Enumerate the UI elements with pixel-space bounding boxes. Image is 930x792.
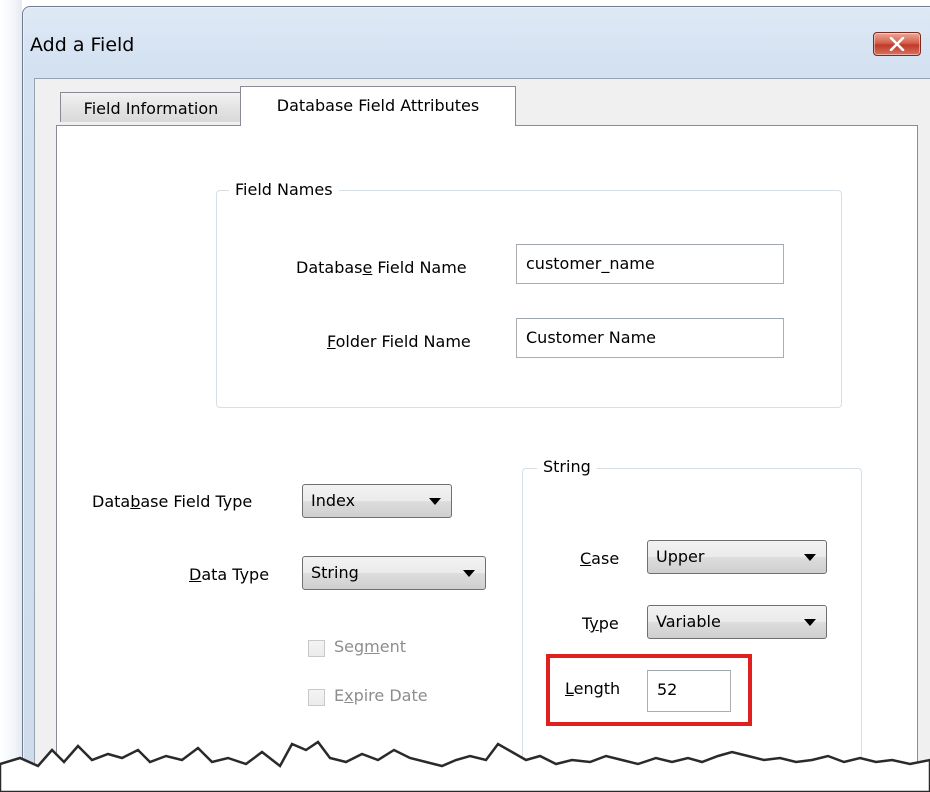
database-field-name-value: customer_name — [526, 254, 655, 273]
mnemonic: C — [580, 549, 592, 568]
segment-label: Segment — [334, 637, 406, 656]
chevron-down-icon — [463, 570, 475, 577]
window-title: Add a Field — [30, 34, 135, 56]
mnemonic: y — [589, 614, 599, 633]
mnemonic: m — [364, 637, 380, 656]
data-type-label: Data Type — [189, 565, 269, 584]
segment-checkbox[interactable] — [308, 640, 325, 657]
label-part: Data — [92, 492, 131, 511]
tab-label: Field Information — [83, 99, 219, 118]
database-field-type-select[interactable]: Index — [302, 484, 452, 518]
database-field-name-input[interactable]: customer_name — [516, 244, 784, 284]
folder-field-name-value: Customer Name — [526, 328, 657, 347]
database-field-type-label: Database Field Type — [92, 492, 252, 511]
label-part: Field Name — [372, 258, 467, 277]
case-select[interactable]: Upper — [647, 540, 827, 574]
database-field-type-value: Index — [311, 491, 356, 510]
folder-field-name-label: Folder Field Name — [327, 332, 471, 351]
screenshot-stage: Add a Field Field Information Database F… — [0, 0, 930, 792]
torn-edge-decoration — [0, 740, 930, 792]
case-label: Case — [580, 549, 619, 568]
label-part: pe — [598, 614, 619, 633]
mnemonic: D — [189, 565, 202, 584]
database-field-name-label: Database Field Name — [296, 258, 467, 277]
data-type-value: String — [311, 563, 359, 582]
label-part: ase Field Type — [140, 492, 253, 511]
data-type-select[interactable]: String — [302, 556, 486, 590]
string-legend: String — [537, 457, 597, 476]
mnemonic: e — [362, 258, 373, 277]
close-button[interactable] — [873, 32, 921, 56]
label-part: ent — [379, 637, 407, 656]
folder-field-name-input[interactable]: Customer Name — [516, 318, 784, 358]
label-part: older Field Name — [335, 332, 471, 351]
type-select[interactable]: Variable — [647, 605, 827, 639]
type-label: Type — [582, 614, 619, 633]
tab-label: Database Field Attributes — [276, 96, 480, 115]
tab-field-information[interactable]: Field Information — [60, 92, 242, 122]
case-value: Upper — [656, 547, 705, 566]
field-names-group — [216, 190, 842, 408]
label-part: Seg — [334, 637, 365, 656]
label-part: ase — [591, 549, 620, 568]
mnemonic: F — [327, 332, 336, 351]
field-names-legend: Field Names — [229, 180, 339, 199]
background-window-edge — [0, 0, 22, 792]
mnemonic: b — [130, 492, 141, 511]
label-part: ata Type — [201, 565, 270, 584]
close-x-icon — [889, 37, 905, 51]
chevron-down-icon — [429, 498, 441, 505]
chevron-down-icon — [804, 619, 816, 626]
type-value: Variable — [656, 612, 721, 631]
label-part: Databas — [296, 258, 363, 277]
tab-database-field-attributes[interactable]: Database Field Attributes — [240, 86, 516, 126]
chevron-down-icon — [804, 554, 816, 561]
